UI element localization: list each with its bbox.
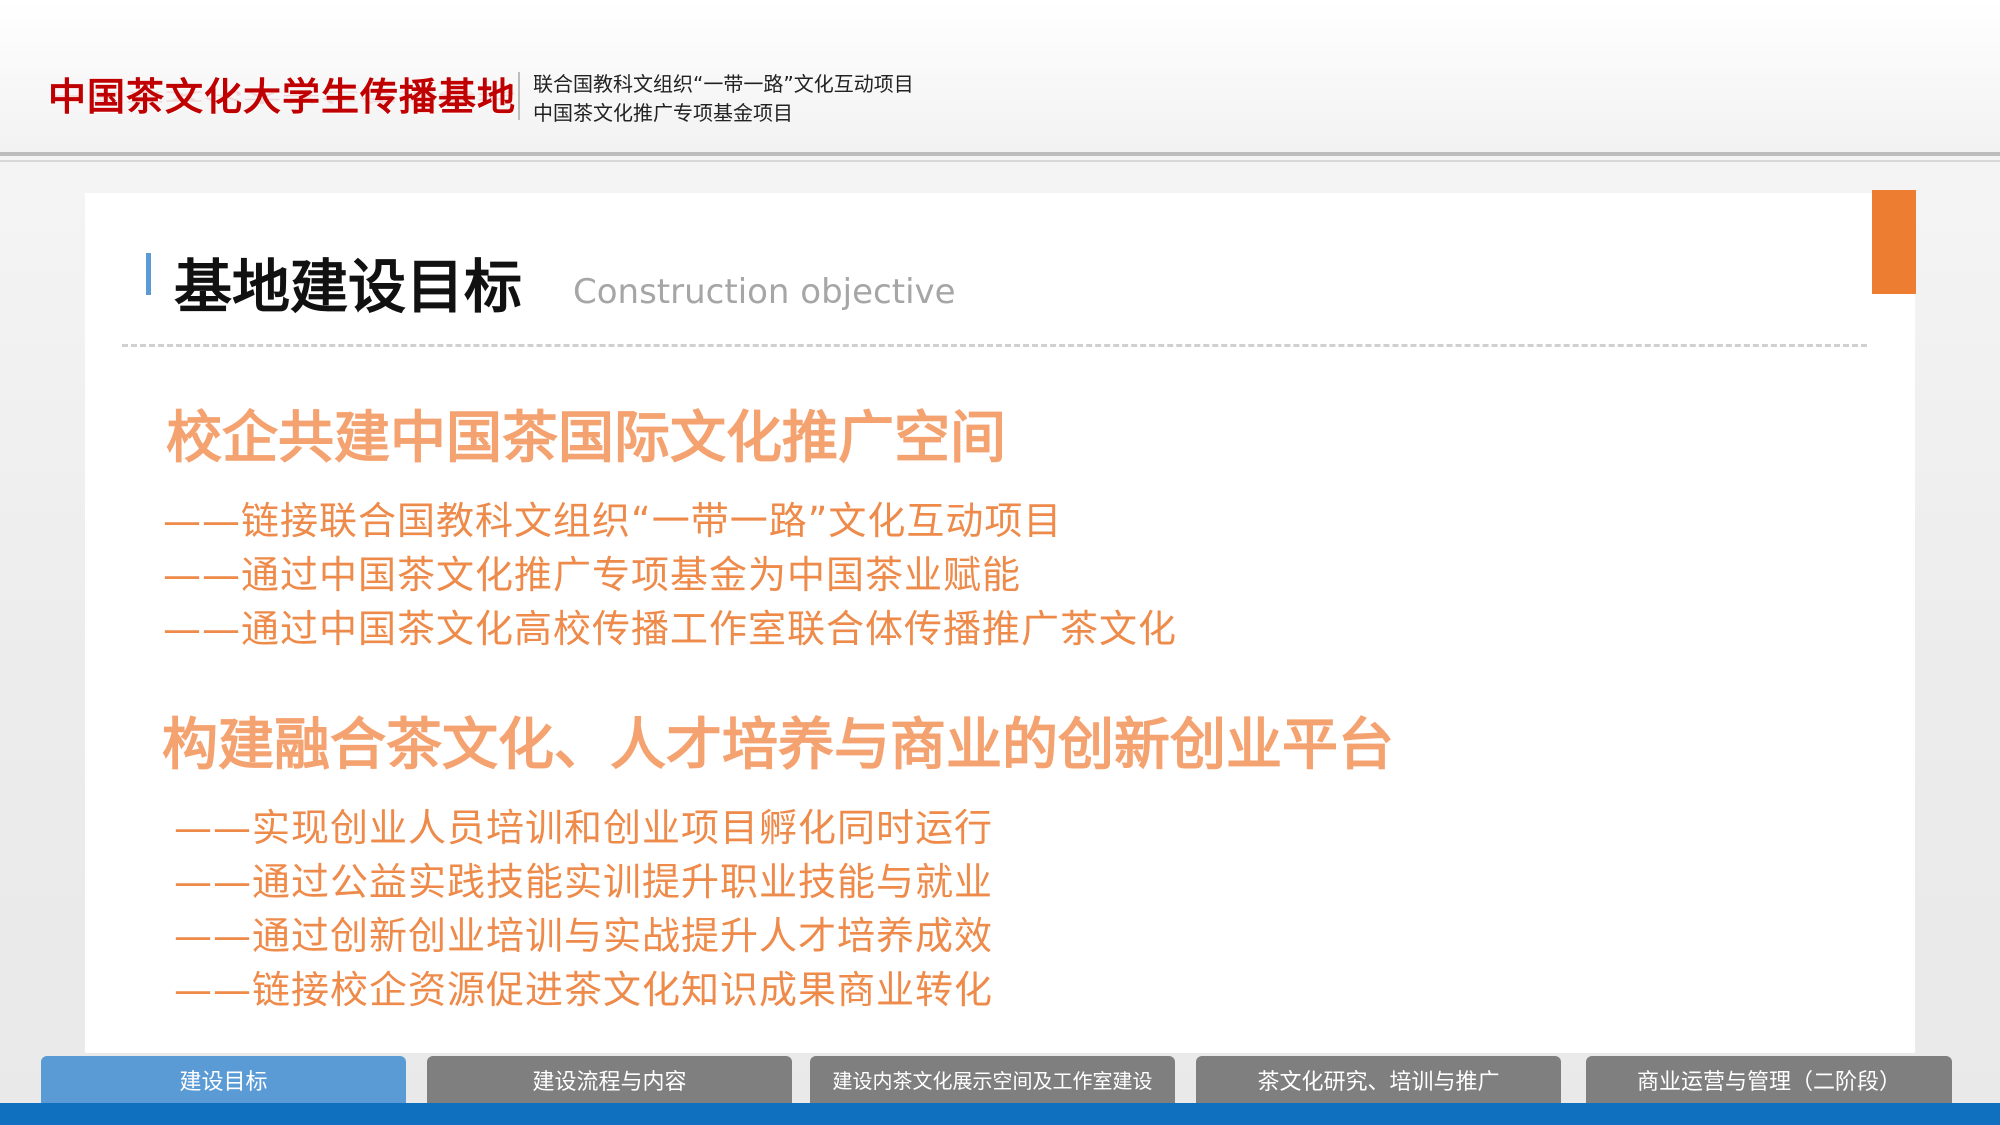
tab-business-operation[interactable]: 商业运营与管理（二阶段）: [1586, 1056, 1952, 1103]
tab-exhibition-space[interactable]: 建设内茶文化展示空间及工作室建设: [810, 1056, 1175, 1103]
tab-construction-objective[interactable]: 建设目标: [41, 1056, 406, 1103]
list-item: ——实现创业人员培训和创业项目孵化同时运行: [174, 806, 994, 850]
list-item: ——链接校企资源促进茶文化知识成果商业转化: [174, 968, 994, 1012]
bottom-bar: [0, 1103, 2000, 1125]
section-heading-1: 校企共建中国茶国际文化推广空间: [166, 406, 1006, 471]
header-rule-thin: [0, 160, 2000, 162]
header-divider: [518, 72, 520, 120]
list-item: ——通过创新创业培训与实战提升人才培养成效: [174, 914, 994, 958]
accent-tab: [1872, 190, 1916, 294]
header-rule: [0, 152, 2000, 156]
header: 中国茶文化大学生传播基地 中国茶文化大学生传播基地 联合国教科文组织“一带一路”…: [0, 0, 2000, 152]
title-accent-bar: [146, 253, 151, 295]
header-subtitle-2: 中国茶文化推广专项基金项目: [533, 101, 793, 125]
section-heading-2: 构建融合茶文化、人才培养与商业的创新创业平台: [162, 713, 1394, 778]
page-title-english: Construction objective: [573, 272, 956, 312]
list-item: ——通过公益实践技能实训提升职业技能与就业: [174, 860, 994, 904]
list-item: ——通过中国茶文化推广专项基金为中国茶业赋能: [163, 553, 1022, 597]
header-subtitle-1: 联合国教科文组织“一带一路”文化互动项目: [533, 72, 914, 96]
title-divider: [122, 344, 1867, 347]
tab-research-training[interactable]: 茶文化研究、培训与推广: [1196, 1056, 1561, 1103]
page-title: 基地建设目标: [174, 253, 523, 321]
list-item: ——链接联合国教科文组织“一带一路”文化互动项目: [163, 499, 1063, 543]
list-item: ——通过中国茶文化高校传播工作室联合体传播推广茶文化: [163, 607, 1178, 651]
brand-reflection: 中国茶文化大学生传播基地: [48, 89, 517, 105]
tab-construction-process[interactable]: 建设流程与内容: [427, 1056, 792, 1103]
